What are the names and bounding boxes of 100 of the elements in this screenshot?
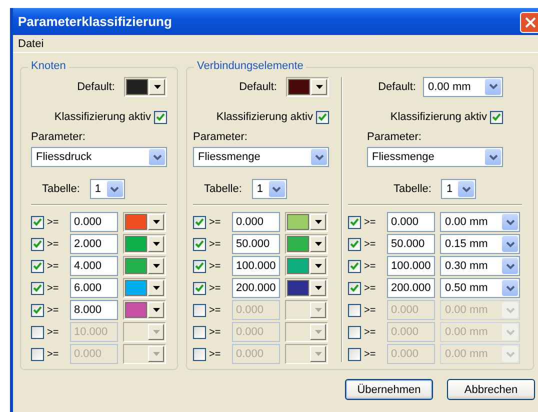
size-dropdown[interactable]: 0.50 mm <box>440 278 520 298</box>
dropdown-button[interactable] <box>148 214 164 230</box>
operator-label: >= <box>363 238 377 250</box>
dropdown-button[interactable] <box>310 214 326 230</box>
checkbox[interactable] <box>31 304 44 316</box>
parameter-dropdown[interactable]: Fliessmenge <box>367 147 503 167</box>
value-field[interactable]: 0.000 <box>232 212 280 232</box>
chevron-down-icon <box>462 186 471 192</box>
checkmark-icon <box>492 113 501 121</box>
value-field[interactable]: 0.000 <box>70 212 118 232</box>
dropdown-button[interactable] <box>148 302 164 318</box>
color-dropdown[interactable] <box>285 278 328 298</box>
dropdown-button[interactable] <box>149 78 165 94</box>
checkbox[interactable] <box>348 348 361 360</box>
dropdown-button[interactable] <box>310 258 326 274</box>
size-dropdown[interactable]: 0.30 mm <box>440 256 520 276</box>
operator-label: >= <box>208 304 222 316</box>
dropdown-button[interactable] <box>148 236 164 252</box>
dropdown-button[interactable] <box>106 181 123 197</box>
checkbox[interactable] <box>348 282 361 294</box>
dropdown-button[interactable] <box>458 181 474 197</box>
chevron-down-icon <box>506 262 514 270</box>
checkbox[interactable] <box>31 238 44 250</box>
checkbox[interactable] <box>193 282 206 294</box>
color-dropdown[interactable] <box>124 76 167 96</box>
parameter-dropdown[interactable]: Fliessmenge <box>193 147 329 167</box>
checkbox[interactable] <box>31 260 44 272</box>
dropdown-button[interactable] <box>148 280 164 296</box>
table-dropdown[interactable]: 1 <box>252 179 287 199</box>
value-field[interactable]: 100.000 <box>387 256 435 276</box>
checkbox[interactable] <box>316 110 329 124</box>
close-button[interactable] <box>520 12 538 33</box>
value-field[interactable]: 100.000 <box>232 256 280 276</box>
operator-label: >= <box>363 304 377 316</box>
color-dropdown[interactable] <box>123 234 166 254</box>
parameter-dropdown[interactable]: Fliessdruck <box>31 147 167 167</box>
checkbox[interactable] <box>193 238 206 250</box>
dialog-button[interactable]: Abbrechen <box>447 379 535 400</box>
triangle-down-icon <box>314 220 322 224</box>
dropdown-button[interactable] <box>485 78 501 94</box>
chevron-down-icon <box>272 186 282 192</box>
color-dropdown[interactable] <box>123 344 166 364</box>
menu-item[interactable]: Datei <box>16 38 46 50</box>
dropdown-value: 0.00 mm <box>444 304 489 316</box>
checkbox[interactable] <box>193 348 206 360</box>
color-dropdown[interactable] <box>285 256 328 276</box>
value-field[interactable]: 0.000 <box>387 212 435 232</box>
checkbox[interactable] <box>348 326 361 338</box>
checkbox[interactable] <box>193 260 206 272</box>
size-dropdown[interactable]: 0.00 mm <box>423 76 503 96</box>
checkbox[interactable] <box>193 326 206 338</box>
operator-label: >= <box>46 348 60 360</box>
color-dropdown[interactable] <box>285 322 328 342</box>
checkbox[interactable] <box>348 216 361 228</box>
value-field[interactable]: 8.000 <box>70 300 118 320</box>
checkbox[interactable] <box>490 110 503 124</box>
value-field[interactable]: 6.000 <box>70 278 118 298</box>
dropdown-button[interactable] <box>148 258 164 274</box>
checkbox[interactable] <box>348 304 361 316</box>
color-dropdown[interactable] <box>123 278 166 298</box>
dropdown-button[interactable] <box>310 280 326 296</box>
dropdown-button[interactable] <box>268 181 285 197</box>
operator-label: >= <box>363 216 377 228</box>
value-field[interactable]: 50.000 <box>232 234 280 254</box>
color-dropdown[interactable] <box>123 212 166 232</box>
color-dropdown[interactable] <box>285 300 328 320</box>
checkbox[interactable] <box>348 260 361 272</box>
checkbox[interactable] <box>31 326 44 338</box>
operator-label: >= <box>46 260 60 272</box>
value-field[interactable]: 2.000 <box>70 234 118 254</box>
chevron-down-icon <box>152 154 162 160</box>
color-dropdown[interactable] <box>123 322 166 342</box>
value-field[interactable]: 4.000 <box>70 256 118 276</box>
checkbox-label: Klassifizierung aktiv <box>390 111 487 123</box>
checkbox[interactable] <box>154 110 167 124</box>
color-dropdown[interactable] <box>123 300 166 320</box>
color-dropdown[interactable] <box>286 76 329 96</box>
table-dropdown[interactable]: 1 <box>90 179 125 199</box>
table-dropdown[interactable]: 1 <box>441 179 476 199</box>
parameter-label: Parameter: <box>193 131 248 144</box>
color-dropdown[interactable] <box>285 212 328 232</box>
color-dropdown[interactable] <box>123 256 166 276</box>
color-dropdown[interactable] <box>285 234 328 254</box>
checkbox[interactable] <box>31 216 44 228</box>
color-dropdown[interactable] <box>285 344 328 364</box>
dropdown-value: 1 <box>94 183 102 195</box>
checkbox[interactable] <box>348 238 361 250</box>
checkbox[interactable] <box>31 282 44 294</box>
checkbox[interactable] <box>31 348 44 360</box>
size-dropdown[interactable]: 0.15 mm <box>440 234 520 254</box>
size-dropdown[interactable]: 0.00 mm <box>440 212 520 232</box>
checkbox[interactable] <box>193 216 206 228</box>
value-field[interactable]: 200.000 <box>232 278 280 298</box>
dropdown-button[interactable] <box>310 236 326 252</box>
dialog-button[interactable]: Übernehmen <box>345 379 433 400</box>
dropdown-button[interactable] <box>311 78 327 94</box>
group-title: Verbindungselemente <box>194 60 306 72</box>
checkbox[interactable] <box>193 304 206 316</box>
value-field[interactable]: 50.000 <box>387 234 435 254</box>
value-field[interactable]: 200.000 <box>387 278 435 298</box>
